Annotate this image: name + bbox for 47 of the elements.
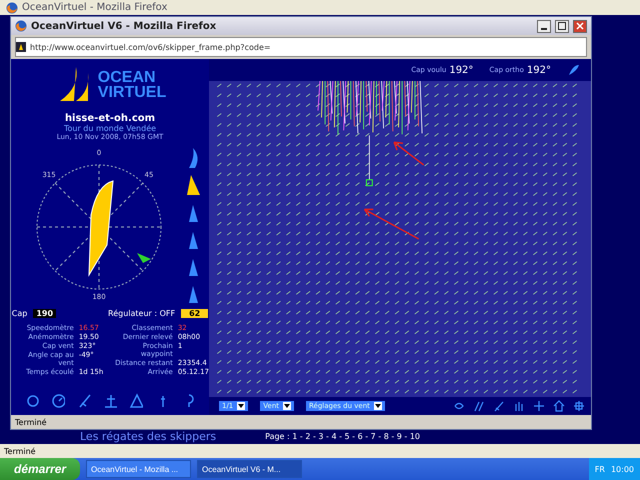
skippers-link[interactable]: Les régates des skippers xyxy=(80,430,216,442)
boat-icon xyxy=(88,180,114,276)
autopilot-value: 62 xyxy=(181,309,208,318)
caret-icon xyxy=(237,402,246,410)
plus-icon[interactable] xyxy=(533,400,545,412)
boat-marker xyxy=(366,179,373,186)
course-value: 192° xyxy=(526,64,551,76)
sail-button[interactable] xyxy=(185,174,201,196)
logo-text: VIRTUEL xyxy=(98,85,166,100)
maximize-icon xyxy=(558,22,566,30)
minimize-button[interactable] xyxy=(537,20,551,32)
race-name: Tour du monde Vendée xyxy=(64,124,156,133)
wind-arrow-icon xyxy=(137,253,151,263)
close-icon xyxy=(576,22,584,30)
firefox-icon xyxy=(15,20,27,32)
gauge-icon[interactable] xyxy=(51,393,65,409)
url-field[interactable]: http://www.oceanvirtuel.com/ov6/skipper_frame.php?code= xyxy=(15,37,587,57)
close-button[interactable] xyxy=(573,20,587,32)
annotation-arrow xyxy=(393,141,424,166)
language-indicator[interactable]: FR xyxy=(594,464,605,474)
course-value: 192° xyxy=(449,64,474,76)
status-text: Terminé xyxy=(4,446,36,456)
feather-icon[interactable] xyxy=(567,63,581,77)
window-title: OceanVirtuel - Mozilla Firefox xyxy=(22,2,168,13)
heading-value: 190 xyxy=(33,309,56,318)
heading-label: Cap xyxy=(12,309,28,318)
annotation-arrow xyxy=(364,208,420,240)
brush-icon[interactable] xyxy=(493,400,505,412)
window-title: OceanVirtuel V6 - Mozilla Firefox xyxy=(31,20,216,32)
taskbar-button[interactable]: OceanVirtuel V6 - M... xyxy=(197,460,302,478)
caret-icon xyxy=(374,402,382,410)
taskbar-button[interactable]: OceanVirtuel - Mozilla ... xyxy=(86,460,192,478)
firefox-icon xyxy=(6,2,18,14)
caret-icon xyxy=(283,402,291,410)
maximize-button[interactable] xyxy=(555,20,569,32)
start-button[interactable]: démarrer xyxy=(0,458,80,480)
warning-icon[interactable] xyxy=(129,393,143,409)
logo-text: OCEAN xyxy=(98,70,157,85)
clock: 10:00 xyxy=(610,464,634,474)
skipper-name: hisse-et-oh.com xyxy=(64,113,156,124)
home-icon[interactable] xyxy=(553,400,565,412)
brush-icon[interactable] xyxy=(77,393,91,409)
autopilot-label: Régulateur : OFF xyxy=(108,309,176,318)
site-icon xyxy=(16,42,26,52)
crosshair-icon[interactable] xyxy=(573,400,585,412)
status-text: Terminé xyxy=(15,418,47,426)
page-links[interactable]: Page : 1 - 2 - 3 - 4 - 5 - 6 - 7 - 8 - 9 - 10 xyxy=(265,432,420,440)
